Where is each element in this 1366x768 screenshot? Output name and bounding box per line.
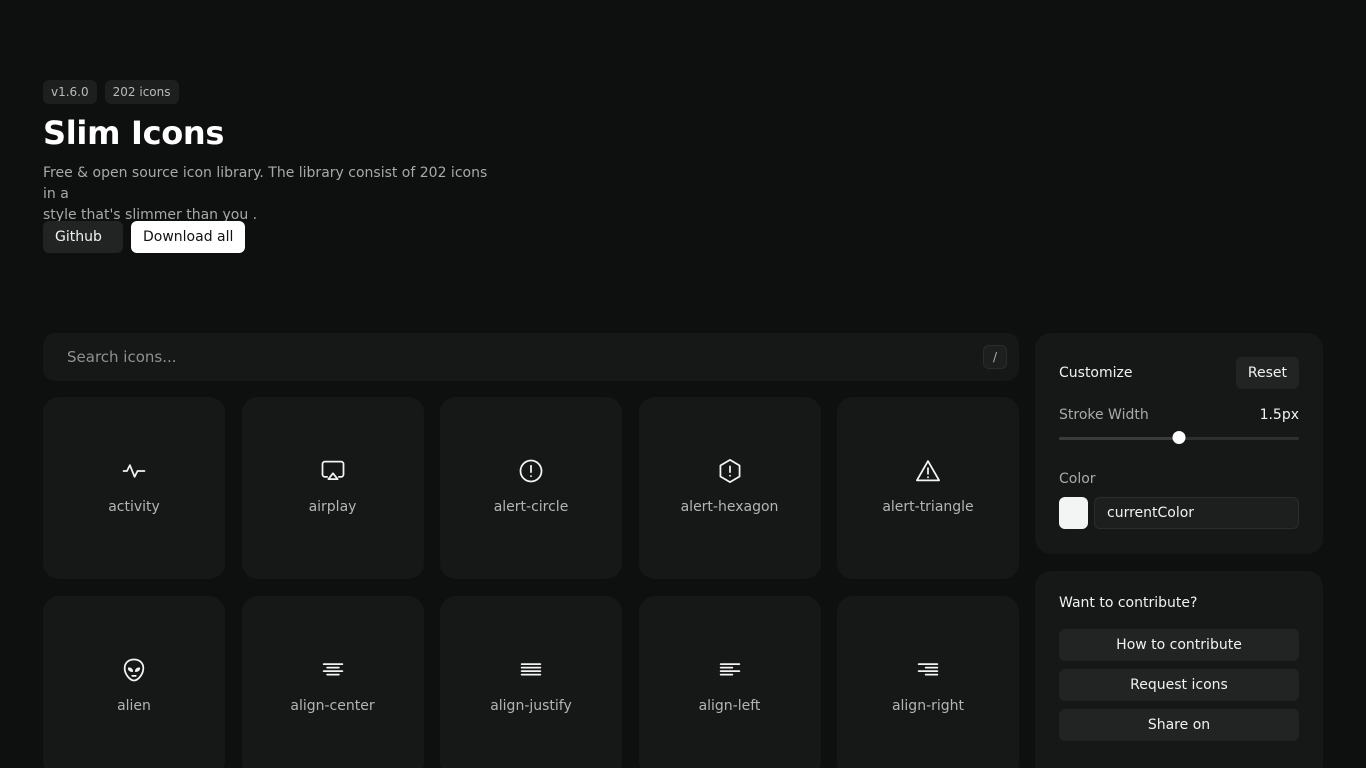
align-right-icon — [917, 663, 939, 676]
icon-card-alert-hexagon[interactable]: alert-hexagon — [638, 397, 821, 579]
alert-triangle-icon — [916, 460, 940, 482]
github-button[interactable]: Github — [43, 221, 123, 253]
slider-thumb[interactable] — [1172, 431, 1186, 444]
icon-card-activity[interactable]: activity — [43, 397, 225, 579]
search-input[interactable] — [67, 348, 983, 366]
icon-card-airplay[interactable]: airplay — [241, 397, 424, 579]
contribute-title: Want to contribute? — [1059, 595, 1198, 611]
alert-hexagon-icon — [719, 459, 740, 483]
download-all-button[interactable]: Download all — [131, 221, 246, 253]
icon-card-label: alien — [117, 698, 151, 714]
customize-panel: Customize Reset Stroke Width 1.5px Color — [1035, 333, 1323, 554]
badges: v1.6.0 202 icons — [43, 80, 179, 104]
hero-buttons: Github Download all — [43, 221, 246, 253]
search-shortcut-key: / — [983, 345, 1007, 369]
description-line-1: Free & open source icon library. The lib… — [43, 165, 488, 202]
icon-card-label: alert-circle — [493, 499, 569, 515]
icon-count-badge: 202 icons — [104, 80, 179, 104]
color-input[interactable] — [1094, 497, 1299, 529]
airplay-icon — [321, 460, 344, 481]
align-center-icon — [322, 663, 343, 676]
alert-circle-icon — [519, 459, 543, 483]
align-left-icon — [719, 663, 740, 676]
stroke-width-value: 1.5px — [1259, 407, 1299, 423]
icon-card-label: alert-hexagon — [680, 499, 779, 515]
customize-title: Customize — [1059, 365, 1133, 381]
icon-card-align-left[interactable]: align-left — [638, 596, 821, 768]
icon-card-align-right[interactable]: align-right — [837, 596, 1019, 768]
activity-icon — [122, 464, 146, 478]
icon-card-alien[interactable]: alien — [43, 596, 225, 768]
icon-card-label: align-left — [698, 698, 761, 714]
alien-icon — [123, 658, 145, 682]
icon-card-label: align-right — [891, 698, 965, 714]
page-title: Slim Icons — [43, 114, 225, 152]
icon-card-label: align-justify — [490, 698, 572, 714]
icon-grid: activity airplay alert-circle alert-hexa… — [43, 397, 1019, 768]
stroke-width-label: Stroke Width — [1059, 407, 1149, 423]
reset-button[interactable]: Reset — [1235, 357, 1299, 389]
color-swatch[interactable] — [1059, 497, 1088, 529]
icon-card-label: alert-triangle — [882, 499, 974, 515]
stroke-width-slider[interactable] — [1059, 431, 1299, 445]
align-justify-icon — [520, 663, 542, 676]
search-bar: / — [43, 333, 1019, 381]
page-description: Free & open source icon library. The lib… — [43, 163, 503, 226]
how-to-contribute-button[interactable]: How to contribute — [1059, 629, 1299, 661]
icon-card-align-justify[interactable]: align-justify — [440, 596, 622, 768]
icon-card-label: align-center — [290, 698, 375, 714]
color-row — [1059, 497, 1299, 529]
request-icons-button[interactable]: Request icons — [1059, 669, 1299, 701]
slider-fill — [1059, 437, 1179, 440]
icon-card-label: activity — [108, 499, 160, 515]
share-button[interactable]: Share on — [1059, 709, 1299, 741]
icon-card-label: airplay — [308, 499, 357, 515]
contribute-panel: Want to contribute? How to contribute Re… — [1035, 571, 1323, 768]
version-badge: v1.6.0 — [43, 80, 97, 104]
color-label: Color — [1059, 471, 1096, 487]
icon-card-alert-triangle[interactable]: alert-triangle — [837, 397, 1019, 579]
icon-card-alert-circle[interactable]: alert-circle — [440, 397, 622, 579]
icon-card-align-center[interactable]: align-center — [241, 596, 424, 768]
